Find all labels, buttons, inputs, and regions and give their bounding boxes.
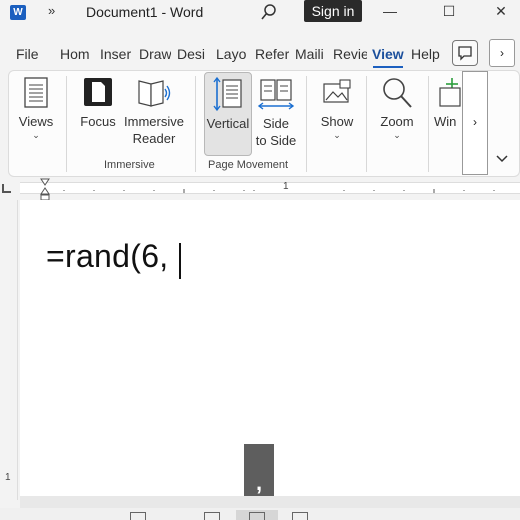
show-button[interactable]: Show ⌄: [316, 76, 358, 140]
ruler-ticks: [63, 189, 495, 193]
chevron-down-icon: ⌄: [393, 130, 401, 140]
new-window-icon: [439, 78, 461, 107]
tab-design[interactable]: Desi: [177, 46, 209, 62]
word-logo-icon: W: [10, 5, 26, 20]
immersive-reader-icon: [138, 80, 171, 107]
side-to-side-icon: [257, 79, 295, 110]
group-label-page-movement: Page Movement: [208, 159, 289, 171]
divider: [195, 76, 196, 172]
views-button[interactable]: Views ⌄: [16, 76, 56, 140]
chevron-down-icon: [496, 155, 508, 163]
print-layout-icon[interactable]: [249, 512, 265, 520]
divider: [306, 76, 307, 172]
minimize-button[interactable]: —: [380, 2, 400, 20]
active-tab-underline: [373, 66, 403, 68]
divider: [366, 76, 367, 172]
chevron-down-icon: ⌄: [32, 130, 40, 140]
views-label: Views: [18, 114, 54, 129]
side-to-side-label-1: Side: [262, 116, 290, 131]
vertical-page-icon: [213, 76, 242, 112]
focus-icon: [84, 78, 112, 106]
read-mode-icon[interactable]: [204, 512, 220, 520]
vertical-ruler: [0, 200, 18, 500]
comment-icon: [458, 46, 472, 61]
show-icon: [323, 79, 351, 103]
ribbon-overflow-button[interactable]: ›: [462, 71, 488, 175]
vertical-ruler-number: 1: [5, 472, 11, 483]
tab-home[interactable]: Hom: [60, 46, 93, 62]
sign-in-button[interactable]: Sign in: [304, 0, 362, 22]
views-icon: [24, 77, 48, 108]
focus-mode-icon[interactable]: [130, 512, 146, 520]
tab-mailings[interactable]: Maili: [295, 46, 327, 62]
window-label: Win: [434, 114, 457, 129]
focus-label: Focus: [80, 114, 116, 129]
document-text[interactable]: =rand(6,: [46, 238, 168, 275]
immersive-reader-label-1: Immersive: [124, 114, 184, 129]
focus-button[interactable]: Focus: [78, 76, 118, 130]
immersive-reader-label-2: Reader: [132, 131, 176, 146]
autocomplete-suggestion[interactable]: ,: [244, 444, 274, 500]
comments-button[interactable]: [452, 40, 478, 66]
group-label-immersive: Immersive: [104, 159, 155, 171]
show-label: Show: [320, 114, 354, 129]
ruler-number: 1: [283, 181, 289, 192]
tab-insert[interactable]: Inser: [100, 46, 132, 62]
tab-help[interactable]: Help: [411, 46, 440, 62]
chevron-down-icon: ⌄: [333, 130, 341, 140]
tab-file[interactable]: File: [16, 46, 39, 62]
quick-access-more-button[interactable]: »: [48, 3, 55, 18]
side-to-side-label-2: to Side: [255, 133, 297, 148]
document-title: Document1 - Word: [86, 4, 204, 20]
window-button[interactable]: Win: [434, 76, 462, 130]
side-to-side-button[interactable]: Side to Side: [254, 76, 298, 149]
zoom-button[interactable]: Zoom ⌄: [376, 76, 418, 140]
tab-view[interactable]: View: [372, 46, 404, 62]
tab-references[interactable]: Refer: [255, 46, 289, 62]
tab-draw[interactable]: Draw: [139, 46, 171, 62]
tab-selector[interactable]: [2, 184, 11, 193]
text-cursor: [179, 243, 181, 279]
immersive-reader-button[interactable]: Immersive Reader: [122, 76, 186, 147]
search-icon[interactable]: [260, 3, 278, 21]
vertical-label: Vertical: [206, 116, 250, 131]
ribbon-tabs: File Hom Inser Draw Desi Layo Refer Mail…: [0, 38, 520, 68]
horizontal-scrollbar[interactable]: [20, 496, 520, 508]
vertical-button[interactable]: Vertical: [204, 76, 252, 132]
close-button[interactable]: ✕: [491, 2, 511, 20]
indent-marker-icon[interactable]: [40, 178, 50, 202]
web-layout-icon[interactable]: [292, 512, 308, 520]
tab-layout[interactable]: Layo: [216, 46, 249, 62]
ruler-band: [20, 182, 520, 194]
collapse-ribbon-button[interactable]: [492, 150, 512, 170]
zoom-magnifier-icon: [383, 78, 412, 108]
tabs-overflow-button[interactable]: ›: [489, 39, 515, 67]
divider: [66, 76, 67, 172]
zoom-label: Zoom: [380, 114, 414, 129]
tab-review[interactable]: Revie: [333, 46, 367, 62]
maximize-button[interactable]: ☐: [439, 2, 459, 20]
divider: [428, 76, 429, 172]
